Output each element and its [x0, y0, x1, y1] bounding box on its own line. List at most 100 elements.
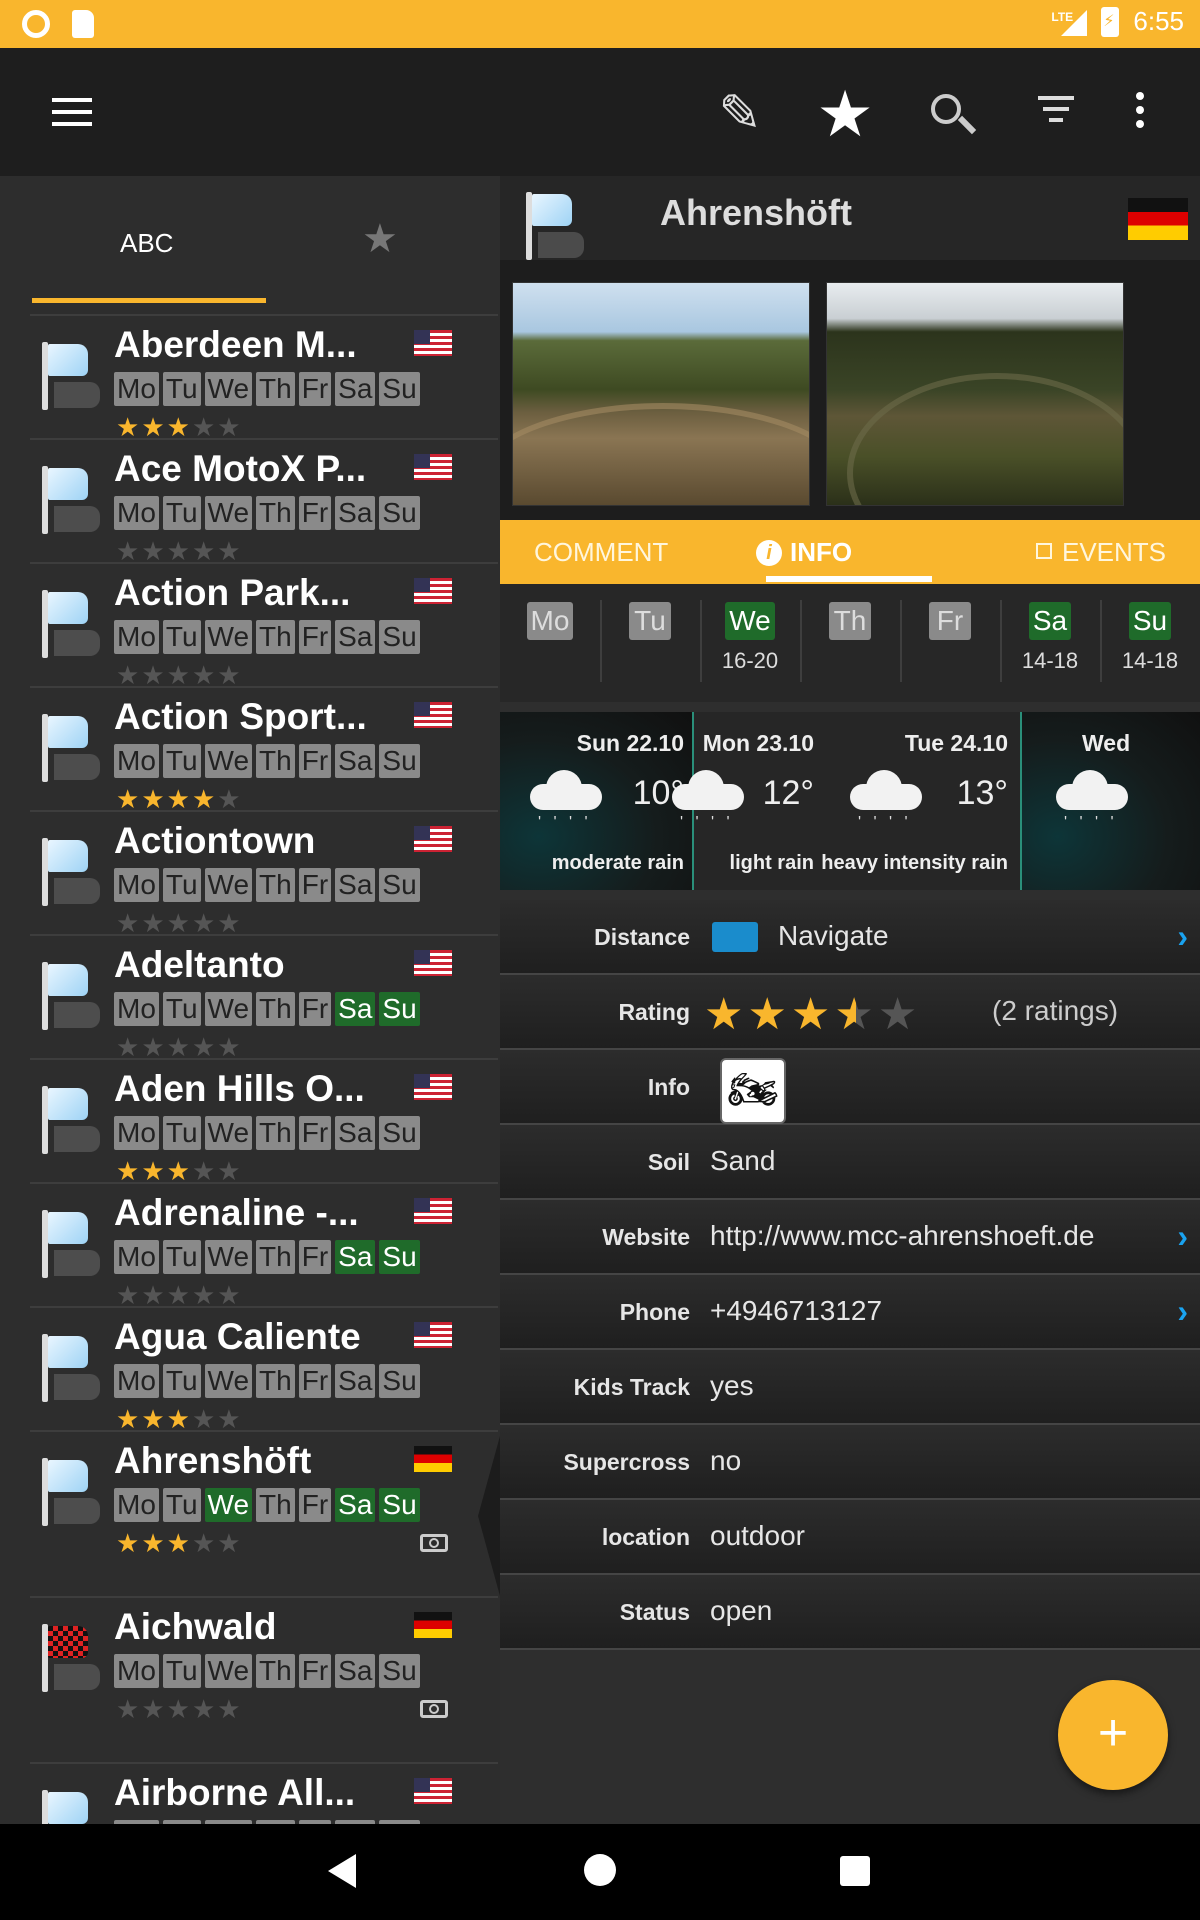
weather-temperature: 13°	[956, 774, 1008, 812]
day-badge-mo: Mo	[114, 1240, 159, 1274]
list-item[interactable]: Airborne All...MoTuWeThFrSaSu★★★★★	[30, 1762, 498, 1824]
list-item[interactable]: Action Park... Mo Tu We Th Fr Sa Su ★★★★★	[30, 562, 498, 690]
day-badge-we: We	[204, 372, 253, 406]
recents-icon[interactable]	[840, 1856, 870, 1886]
weather-card[interactable]: Wed ' ' ' '	[1020, 712, 1200, 890]
week-divider	[1000, 600, 1002, 682]
website-link[interactable]: http://www.mcc-ahrenshoeft.de	[710, 1220, 1094, 1252]
track-flag-icon	[36, 708, 100, 788]
list-item-name: Adeltanto	[114, 944, 285, 985]
search-icon[interactable]	[919, 82, 983, 146]
day-badge-th: Th	[256, 1654, 295, 1688]
day-badge-we: We	[204, 1654, 253, 1688]
flag-cloth	[48, 468, 88, 500]
kids-track-row: Kids Track yes	[500, 1350, 1200, 1425]
day-badge-sa: Sa	[335, 744, 376, 778]
distance-row[interactable]: Distance Navigate ›	[500, 900, 1200, 975]
home-icon[interactable]	[584, 1854, 616, 1886]
opening-days: MoTuWeThFrSaSu	[114, 868, 420, 902]
tab-events[interactable]: EVENTS	[1036, 520, 1166, 584]
day-badge-sa: Sa	[335, 496, 376, 530]
track-photo-1[interactable]	[512, 282, 810, 506]
phone-link[interactable]: +4946713127	[710, 1295, 882, 1327]
day-badge-sa: Sa	[335, 1654, 376, 1688]
list-item-name: Ahrenshöft	[114, 1440, 312, 1481]
sort-favorites-star-icon[interactable]: ★	[362, 216, 398, 262]
opening-days: MoTuWeThFrSaSu	[114, 372, 420, 406]
sort-abc-tab[interactable]: ABC	[120, 228, 173, 259]
day-badge-fr: Fr	[929, 602, 971, 640]
weather-description: heavy intensity rain	[821, 852, 1008, 874]
week-day-sa: Sa 14-18	[1000, 602, 1100, 674]
day-badge-su: Su	[379, 496, 420, 530]
pencil-icon[interactable]: ✎	[708, 82, 772, 146]
list-item[interactable]: Aden Hills O... Mo Tu We Th Fr Sa Su ★★★★★	[30, 1058, 498, 1186]
soil-label: Soil	[647, 1149, 690, 1175]
rating-star-icon: ★	[166, 1528, 192, 1558]
flag-cloth	[48, 1212, 88, 1244]
status-row: Status open	[500, 1575, 1200, 1650]
chevron-right-icon: ›	[1177, 1218, 1188, 1254]
soil-value: Sand	[710, 1145, 776, 1176]
menu-icon[interactable]	[52, 98, 92, 126]
list-item[interactable]: Actiontown Mo Tu We Th Fr Sa Su ★★★★★	[30, 810, 498, 938]
week-divider	[800, 600, 802, 682]
rating-row[interactable]: Rating ★★★★★ (2 ratings)	[500, 975, 1200, 1050]
rain-drops: ' ' ' '	[680, 814, 734, 831]
flag-shadow	[54, 1374, 100, 1400]
navigate-link[interactable]: Navigate	[778, 920, 889, 952]
track-photo-2[interactable]	[826, 282, 1124, 506]
weather-card[interactable]: Sun 22.10 ' ' ' ' 10° moderate rain	[500, 712, 694, 890]
back-icon[interactable]	[328, 1854, 356, 1888]
website-row[interactable]: Website http://www.mcc-ahrenshoeft.de ›	[500, 1200, 1200, 1275]
weather-card[interactable]: Tue 24.10 ' ' ' ' 13° heavy intensity rain	[821, 712, 1016, 890]
flag-shadow	[54, 1126, 100, 1152]
app-toolbar: ✎ ★	[0, 48, 1200, 176]
opening-days: MoTuWeThFrSaSu	[114, 1488, 420, 1522]
day-badge-mo: Mo	[114, 620, 159, 654]
kids-track-label: Kids Track	[573, 1374, 690, 1400]
opening-days: MoTuWeThFrSaSu	[114, 992, 420, 1026]
weather-forecast[interactable]: Sun 22.10 ' ' ' ' 10° moderate rain Mon 23.1…	[500, 712, 1200, 890]
list-item[interactable]: Aichwald Mo Tu We Th Fr Sa Su ★★★★★	[30, 1596, 498, 1762]
country-flag-us-icon	[414, 1778, 452, 1804]
day-badge-su: Su	[379, 1654, 420, 1688]
opening-hours-week: Mo Tu We 16-20 Th Fr Sa 14-18 Su 14-18	[500, 584, 1200, 702]
day-badge-th: Th	[256, 620, 295, 654]
list-item[interactable]: Agua Caliente Mo Tu We Th Fr Sa Su ★★★★★	[30, 1306, 498, 1434]
rating-star-icon: ★	[877, 990, 922, 1039]
rating-stars[interactable]: ★★★★★	[704, 989, 921, 1040]
filter-icon[interactable]	[1024, 82, 1088, 146]
list-item[interactable]: Adrenaline -... Mo Tu We Th Fr Sa Su ★★★★★	[30, 1182, 498, 1310]
weather-card[interactable]: Mon 23.10 ' ' ' ' 12° light rain	[672, 712, 822, 890]
flag-shadow	[54, 1498, 100, 1524]
day-badge-fr: Fr	[298, 620, 332, 654]
week-day-tu: Tu	[600, 602, 700, 648]
tab-comment[interactable]: COMMENT	[534, 520, 668, 584]
list-item[interactable]: Ace MotoX P... Mo Tu We Th Fr Sa Su ★★★★★	[30, 438, 498, 566]
tab-info[interactable]: i INFO	[756, 520, 852, 584]
day-badge-we: We	[204, 868, 253, 902]
flag-cloth	[48, 1626, 88, 1658]
list-item[interactable]: Adeltanto Mo Tu We Th Fr Sa Su ★★★★★	[30, 934, 498, 1062]
day-badge-mo: Mo	[114, 496, 159, 530]
calendar-icon	[1036, 543, 1052, 559]
list-item[interactable]: Aberdeen M... Mo Tu We Th Fr Sa Su ★★★★★	[30, 314, 498, 442]
day-badge-we: We	[204, 1116, 253, 1150]
rain-cloud-icon: ' ' ' '	[530, 770, 602, 831]
list-item[interactable]: Action Sport... Mo Tu We Th Fr Sa Su ★★★★★	[30, 686, 498, 814]
day-badge-sa: Sa	[335, 1240, 376, 1274]
track-flag-icon	[36, 1618, 100, 1698]
list-item[interactable]: Ahrenshöft Mo Tu We Th Fr Sa Su ★★★★★	[30, 1430, 500, 1596]
favorite-star-icon[interactable]: ★	[813, 82, 877, 146]
day-badge-sa: Sa	[335, 620, 376, 654]
weather-date: Mon 23.10	[702, 730, 814, 756]
more-vert-icon[interactable]	[1108, 82, 1172, 146]
phone-row[interactable]: Phone +4946713127 ›	[500, 1275, 1200, 1350]
country-flag-us-icon	[414, 702, 452, 728]
add-fab-button[interactable]: +	[1058, 1680, 1168, 1790]
day-badge-tu: Tu	[629, 602, 671, 640]
track-flag-icon	[520, 186, 584, 260]
sort-tab-indicator	[32, 298, 266, 303]
selection-pointer	[478, 1436, 500, 1596]
